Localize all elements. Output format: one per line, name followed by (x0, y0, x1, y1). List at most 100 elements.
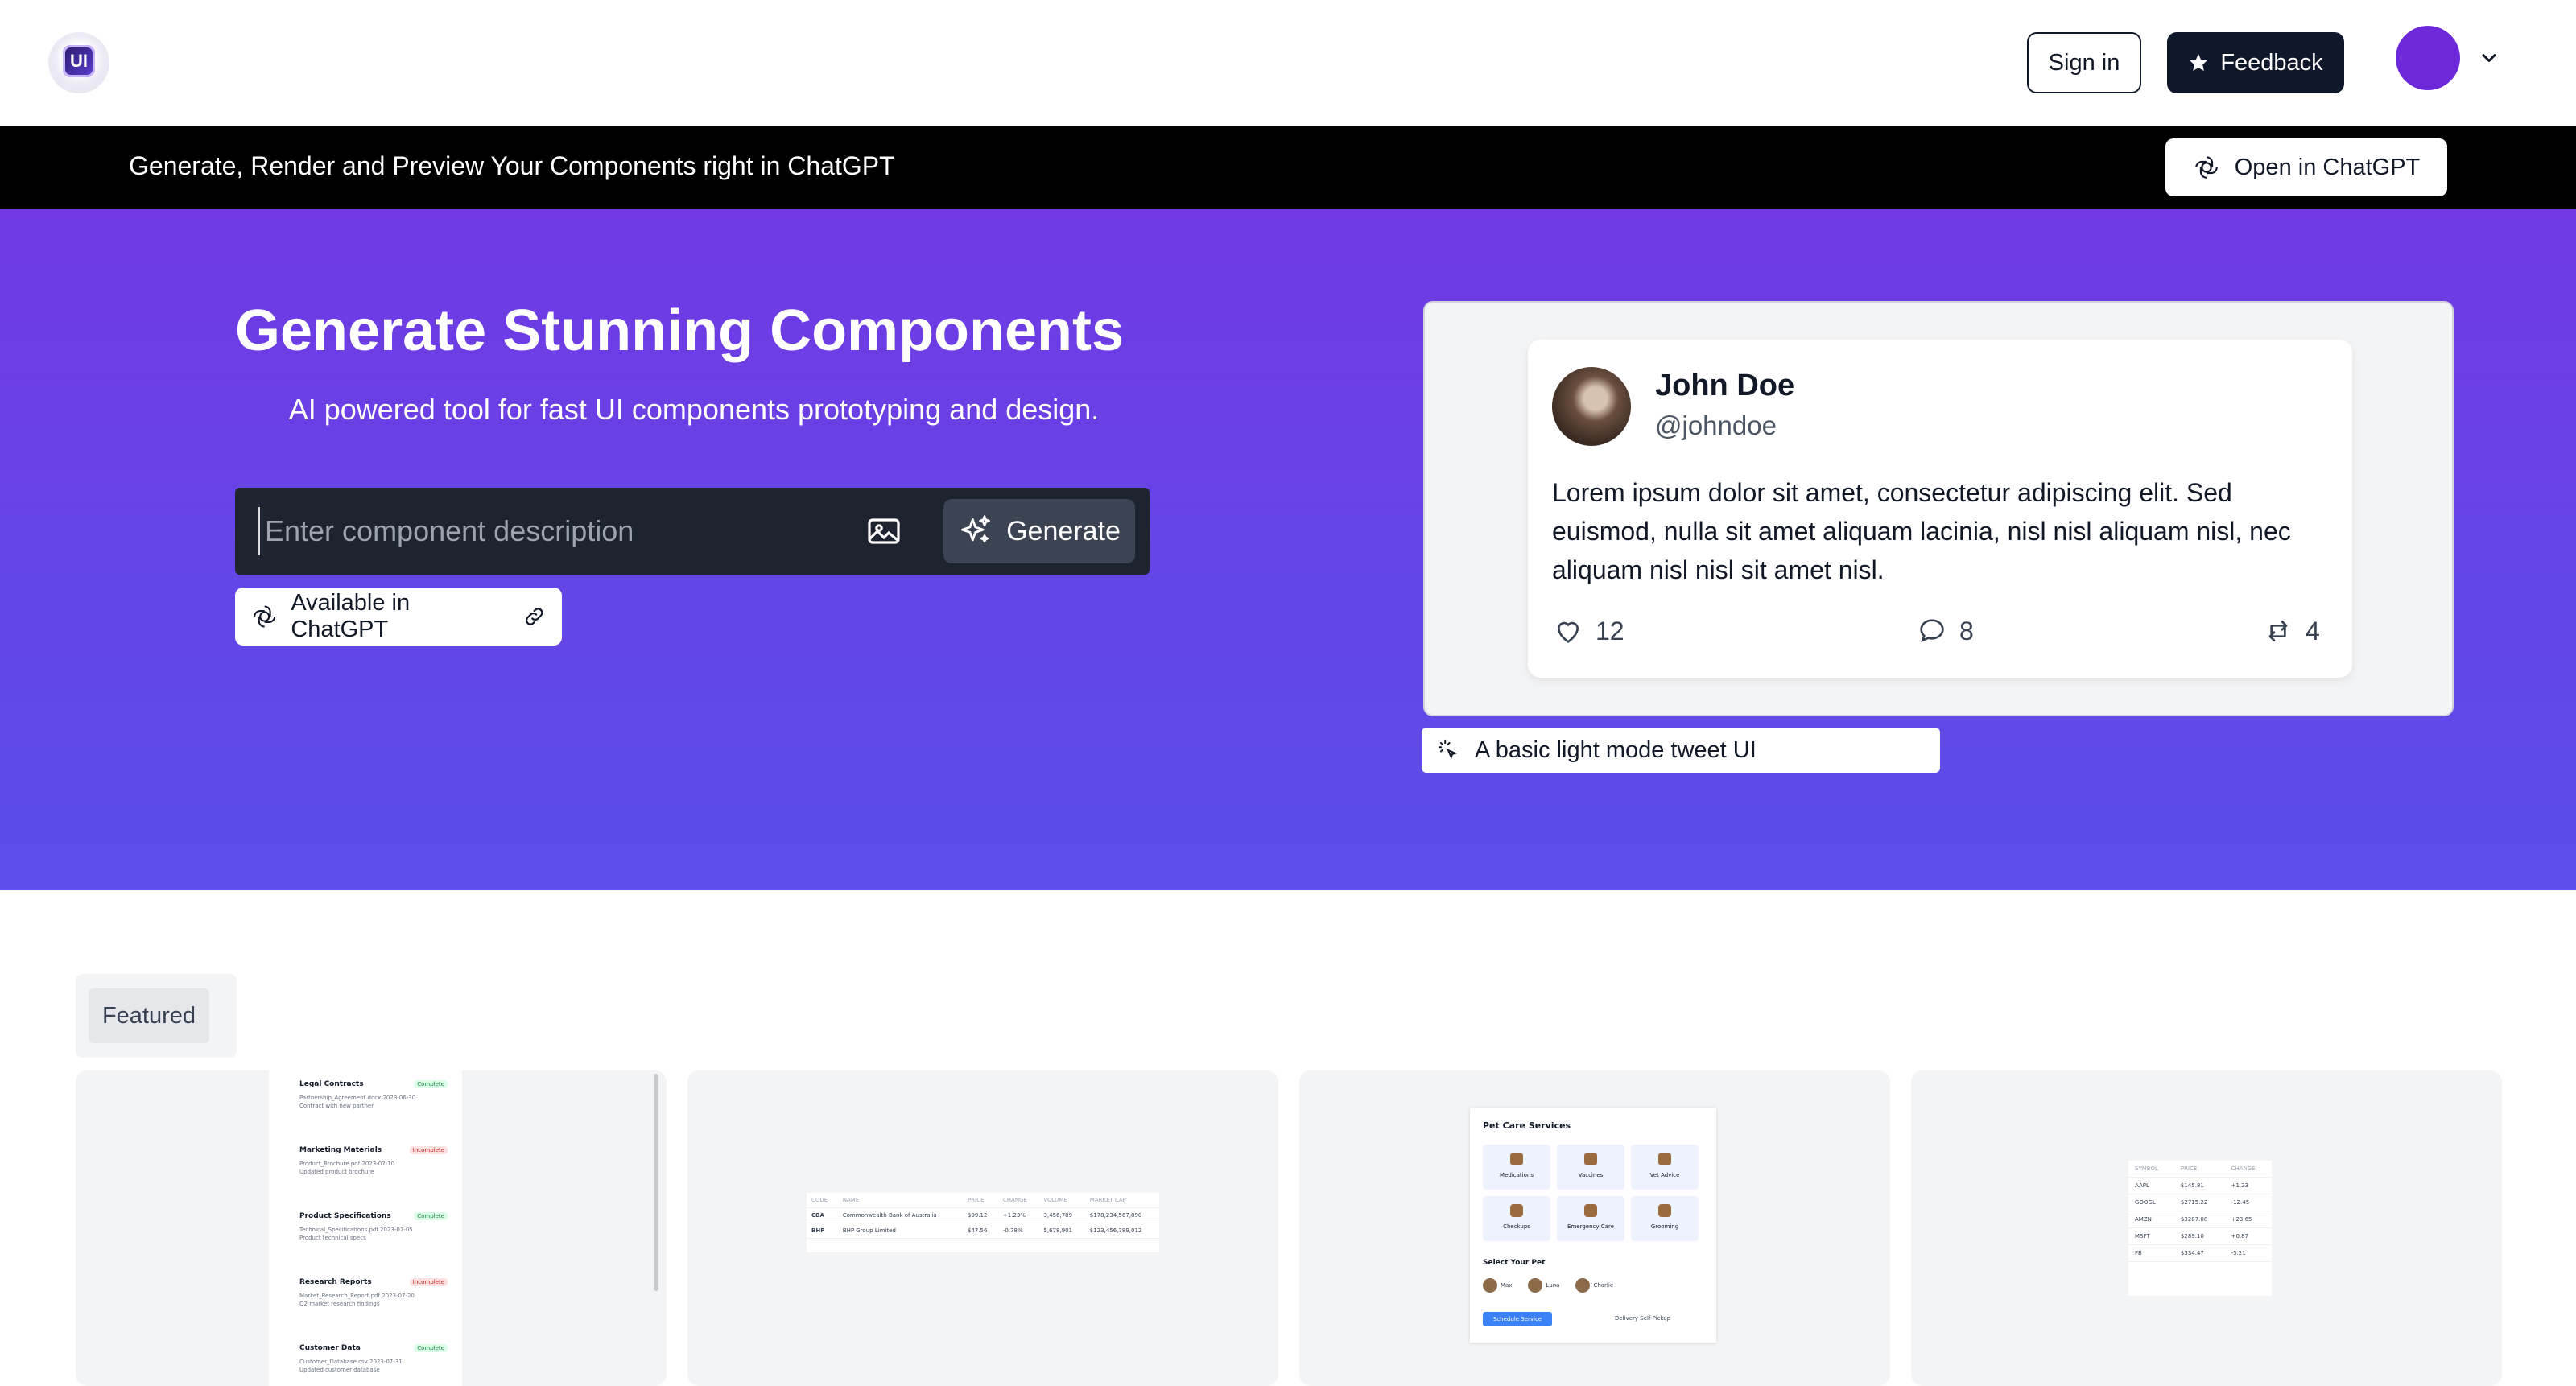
table-cell: $145.81 (2174, 1177, 2225, 1194)
available-in-chatgpt-chip[interactable]: Available in ChatGPT (235, 588, 562, 646)
table-row: AAPL $145.81 +1.23 (2128, 1177, 2272, 1194)
like-count: 12 (1596, 616, 1624, 646)
hero-subtitle: AI powered tool for fast UI components p… (288, 393, 1100, 426)
top-header: UI Sign in Feedback (0, 0, 2576, 126)
service-tile: Checkups (1483, 1196, 1550, 1241)
stock-table-preview: CODE NAME PRICE CHANGE VOLUME MARKET CAP… (807, 1193, 1159, 1252)
table-row: MSFT $289.10 +0.87 (2128, 1227, 2272, 1245)
available-in-chatgpt-label: Available in ChatGPT (291, 590, 411, 642)
table-row: CBA Commonwealth Bank of Australia $99.1… (807, 1207, 1159, 1223)
schedule-service-button: Schedule Service (1483, 1312, 1552, 1326)
table-cell: $289.10 (2174, 1227, 2225, 1245)
component-preview[interactable]: John Doe @johndoe Lorem ipsum dolor sit … (1423, 301, 2454, 716)
doc-description: Product technical specs (299, 1235, 366, 1241)
doc-description: Updated product brochure (299, 1169, 374, 1175)
service-tile: Vet Advice (1631, 1145, 1699, 1190)
generate-button[interactable]: Generate (943, 499, 1135, 563)
open-in-chatgpt-label: Open in ChatGPT (2234, 154, 2421, 180)
featured-card-pet-care[interactable]: Pet Care Services Medications Vaccines V… (1299, 1070, 1890, 1386)
list-item: Marketing Materials Incomplete Product_B… (299, 1146, 448, 1202)
banner-text: Generate, Render and Preview Your Compon… (129, 151, 895, 180)
table-header-row: CODE NAME PRICE CHANGE VOLUME MARKET CAP (807, 1193, 1159, 1208)
list-item: Research Reports Incomplete Market_Resea… (299, 1278, 448, 1334)
doc-file-name: Product_Brochure.pdf (299, 1161, 361, 1167)
chatgpt-banner: Generate, Render and Preview Your Compon… (0, 126, 2576, 209)
featured-card-stock-table[interactable]: CODE NAME PRICE CHANGE VOLUME MARKET CAP… (687, 1070, 1278, 1386)
table-cell: -5.21 (2224, 1244, 2272, 1262)
doc-file-name: Partnership_Agreement.docx (299, 1095, 382, 1101)
table-cell: BHP Group Limited (837, 1223, 963, 1239)
comment-icon (1920, 619, 1944, 643)
table-cell: 3,456,789 (1038, 1207, 1085, 1223)
service-tile: Vaccines (1557, 1145, 1624, 1190)
documents-preview: Legal Contracts Complete Partnership_Agr… (269, 1070, 462, 1386)
sign-in-button[interactable]: Sign in (2027, 32, 2141, 93)
prompt-bar: Generate (235, 488, 1150, 575)
app-logo[interactable]: UI (48, 32, 109, 93)
table-cell: $123,456,789,012 (1084, 1223, 1159, 1239)
pet-option: Luna (1528, 1278, 1559, 1293)
doc-date: 2023-07-31 (369, 1359, 402, 1365)
table-cell: -0.78% (997, 1223, 1039, 1239)
sparkles-icon (961, 515, 990, 543)
column-header: CODE (807, 1193, 838, 1208)
table-header-row: SYMBOL PRICE CHANGE (2128, 1161, 2272, 1178)
column-header: CHANGE (2224, 1161, 2272, 1178)
pet-avatar (1575, 1278, 1591, 1293)
column-header: SYMBOL (2128, 1161, 2174, 1178)
table-cell: $334.47 (2174, 1244, 2225, 1262)
table-cell: +1.23 (2224, 1177, 2272, 1194)
table-cell: 5,678,901 (1038, 1223, 1085, 1239)
tweet-card: John Doe @johndoe Lorem ipsum dolor sit … (1528, 340, 2352, 678)
preview-description-chip[interactable]: A basic light mode tweet UI (1422, 728, 1940, 773)
doc-date: 2023-07-20 (382, 1293, 415, 1299)
chatgpt-icon (2194, 156, 2218, 179)
featured-card-stock-prices[interactable]: SYMBOL PRICE CHANGE AAPL $145.81 +1.23 GOO… (1911, 1070, 2502, 1386)
featured-tabs: Featured (76, 974, 237, 1058)
table-row: AMZN $3287.08 +23.65 (2128, 1211, 2272, 1228)
delivery-options: Delivery Self-Pickup (1615, 1315, 1671, 1322)
hero-section: Generate Stunning Components AI powered … (0, 209, 2576, 890)
table-cell: $3287.08 (2174, 1211, 2225, 1228)
image-upload-icon[interactable] (865, 512, 903, 551)
pet-name: Charlie (1593, 1282, 1614, 1289)
pet-option: Charlie (1575, 1278, 1613, 1293)
list-item: Product Specifications Complete Technica… (299, 1212, 448, 1268)
doc-description: Contract with new partner (299, 1103, 374, 1109)
tweet-author-name: John Doe (1655, 369, 1795, 402)
component-description-input[interactable] (258, 507, 837, 555)
comment-count: 8 (1959, 616, 1974, 646)
status-badge: Complete (414, 1344, 448, 1352)
tweet-comment-stat[interactable]: 8 (1916, 615, 1974, 647)
tweet-author-handle: @johndoe (1655, 410, 1777, 440)
feedback-button[interactable]: Feedback (2167, 32, 2344, 93)
table-row: BHP BHP Group Limited $47.56 -0.78% 5,67… (807, 1223, 1159, 1239)
column-header: MARKET CAP (1084, 1193, 1159, 1208)
featured-card-documents[interactable]: Legal Contracts Complete Partnership_Agr… (76, 1070, 667, 1386)
status-badge: Incomplete (409, 1146, 448, 1154)
table-cell: $2715.22 (2174, 1194, 2225, 1211)
tweet-like-stat[interactable]: 12 (1552, 615, 1624, 647)
open-in-chatgpt-button[interactable]: Open in ChatGPT (2165, 138, 2447, 196)
scrollbar[interactable] (654, 1074, 658, 1291)
pet-option: Max (1483, 1278, 1512, 1293)
pet-avatar (1483, 1278, 1497, 1293)
service-tile: Emergency Care (1557, 1196, 1624, 1241)
doc-file-name: Market_Research_Report.pdf (299, 1293, 380, 1299)
service-tile: Grooming (1631, 1196, 1699, 1241)
tweet-retweet-stat[interactable]: 4 (2262, 615, 2320, 647)
table-cell: $47.56 (962, 1223, 998, 1239)
tab-featured[interactable]: Featured (89, 988, 209, 1043)
table-row: FB $334.47 -5.21 (2128, 1244, 2272, 1262)
pet-name: Max (1501, 1282, 1513, 1289)
list-item: Legal Contracts Complete Partnership_Agr… (299, 1080, 448, 1136)
table-cell: +1.23% (997, 1207, 1039, 1223)
chevron-down-icon[interactable] (2478, 47, 2500, 69)
pet-care-preview: Pet Care Services Medications Vaccines V… (1470, 1108, 1716, 1343)
logo-mark: UI (63, 45, 95, 77)
table-cell: CBA (807, 1207, 838, 1223)
user-avatar[interactable] (2396, 26, 2460, 90)
status-badge: Complete (414, 1080, 448, 1088)
tweet-body: Lorem ipsum dolor sit amet, consectetur … (1552, 478, 2291, 584)
list-item: Customer Data Complete Customer_Database… (299, 1344, 448, 1386)
